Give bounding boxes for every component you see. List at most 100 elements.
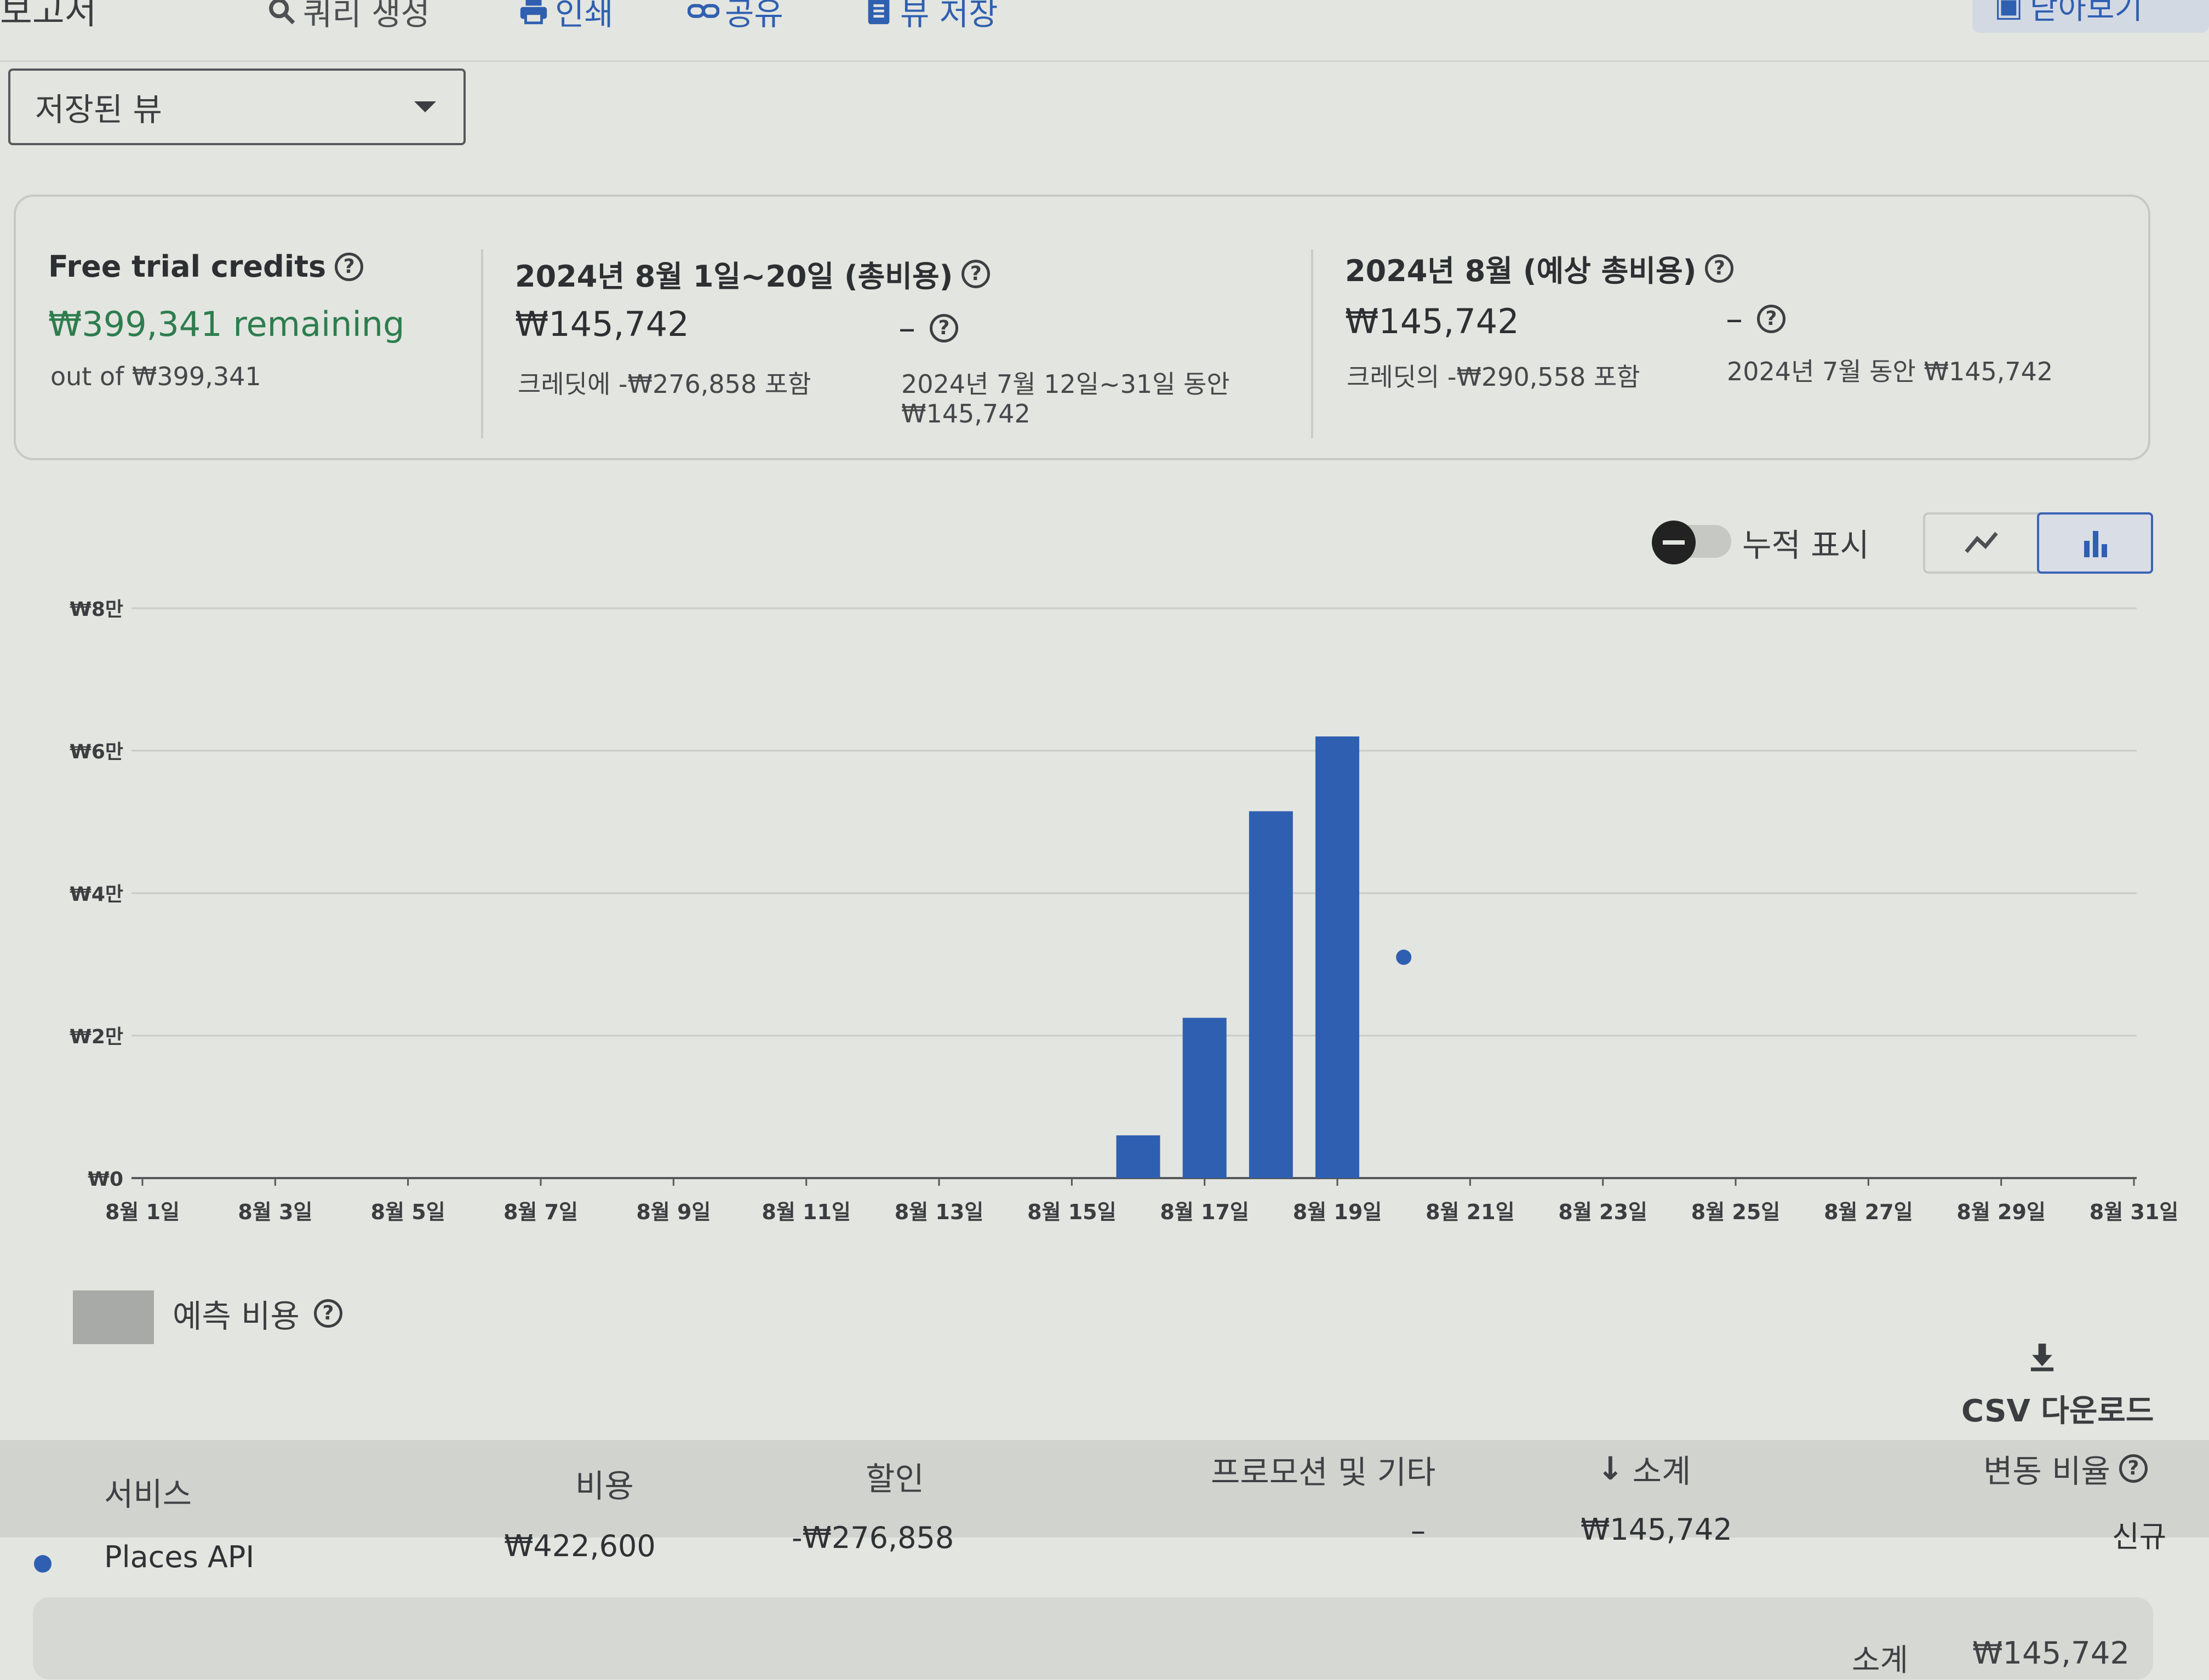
period-cost-title: 2024년 8월 1일~20일 (총비용) ? — [515, 252, 991, 295]
series-color-dot — [34, 1555, 51, 1573]
summary-divider — [481, 249, 483, 438]
x-tick-label: 8월 11일 — [762, 1200, 850, 1224]
forecast-comparison-value: – — [1726, 299, 1743, 339]
x-tick-label: 8월 21일 — [1426, 1200, 1514, 1224]
page-title: 보고서 — [0, 0, 97, 32]
cell-promotion: – — [1411, 1513, 1426, 1548]
x-tick-label: 8월 17일 — [1160, 1200, 1249, 1224]
column-header-change-label: 변동 비율 — [1983, 1453, 2110, 1490]
chevron-down-icon — [414, 101, 436, 112]
y-tick-label: ₩8만 — [70, 598, 123, 621]
cell-service: Places API — [104, 1540, 255, 1574]
forecast-credit-note: 크레딧의 -₩290,558 포함 — [1347, 362, 1640, 392]
period-comparison-text: 2024년 7월 12일~31일 동안 — [901, 369, 1230, 399]
forecast-title-text: 2024년 8월 (예상 총비용) — [1345, 254, 1697, 288]
bar-chart-icon — [2084, 531, 2107, 557]
column-header-service[interactable]: 서비스 — [104, 1468, 192, 1515]
table-header — [0, 1440, 2209, 1538]
y-tick-label: ₩6만 — [70, 741, 123, 763]
summary-divider — [1311, 249, 1313, 438]
printer-icon — [520, 0, 547, 25]
query-icon — [269, 0, 295, 25]
link-icon — [688, 4, 719, 18]
save-view-button[interactable]: 뷰 저장 — [863, 0, 998, 34]
credits-title-text: Free trial credits — [48, 249, 327, 284]
period-credit-note: 크레딧에 -₩276,858 포함 — [518, 369, 811, 399]
column-header-promotion[interactable]: 프로모션 및 기타 — [1211, 1447, 1435, 1493]
cell-discount: -₩276,858 — [792, 1521, 954, 1555]
bar-16 — [1116, 1135, 1160, 1178]
forecast-title: 2024년 8월 (예상 총비용) ? — [1345, 247, 1734, 290]
x-tick-label: 8월 31일 — [2090, 1200, 2178, 1224]
open-view-label: 닫아보기 — [2029, 0, 2143, 26]
toggle-knob[interactable] — [1652, 521, 1696, 564]
period-comparison: – ? — [899, 308, 958, 348]
share-label: 공유 — [725, 0, 783, 32]
help-icon[interactable]: ? — [1757, 304, 1785, 333]
help-icon[interactable]: ? — [1705, 254, 1734, 283]
footer-subtotal-label: 소계 — [1852, 1643, 1909, 1678]
credits-remaining: ₩399,341 remaining — [48, 304, 405, 344]
x-tick-label: 8월 1일 — [105, 1200, 180, 1224]
x-tick-label: 8월 25일 — [1691, 1200, 1780, 1224]
bar-chart-button[interactable] — [2037, 512, 2153, 574]
document-icon — [868, 0, 890, 25]
cell-change: 신규 — [2112, 1519, 2167, 1554]
forecast-comparison: – ? — [1726, 299, 1785, 339]
print-label: 인쇄 — [555, 0, 614, 32]
column-header-subtotal[interactable]: ↓ 소계 — [1597, 1445, 1691, 1492]
forecast-point — [1396, 950, 1412, 965]
x-tick-label: 8월 7일 — [503, 1200, 578, 1224]
period-comparison-value: – — [899, 308, 915, 348]
save-view-label: 뷰 저장 — [900, 0, 998, 32]
download-icon[interactable] — [2027, 1340, 2057, 1373]
bar-18 — [1249, 811, 1293, 1178]
forecast-legend-label: 예측 비용 — [173, 1298, 300, 1335]
x-tick-label: 8월 27일 — [1824, 1200, 1913, 1224]
bar-17 — [1182, 1018, 1227, 1178]
create-query-label: 쿼리 생성 — [303, 0, 430, 32]
help-icon[interactable]: ? — [335, 252, 364, 281]
help-icon[interactable]: ? — [962, 259, 991, 288]
help-icon[interactable]: ? — [2119, 1454, 2148, 1483]
cell-cost: ₩422,600 — [504, 1529, 656, 1563]
column-header-cost[interactable]: 비용 — [575, 1460, 634, 1506]
forecast-comparison-text: 2024년 7월 동안 ₩145,742 — [1727, 357, 2053, 386]
credits-title: Free trial credits ? — [48, 249, 364, 284]
open-view-button[interactable]: ▣ 닫아보기 — [1972, 0, 2209, 33]
create-query-button[interactable]: 쿼리 생성 — [266, 0, 430, 34]
x-tick-label: 8월 15일 — [1027, 1200, 1116, 1224]
x-tick-label: 8월 19일 — [1293, 1200, 1382, 1224]
column-header-change[interactable]: 변동 비율 ? — [1983, 1445, 2148, 1492]
cost-bar-chart: ₩0 ₩2만 ₩4만 ₩6만 ₩8만 8월 1일 8월 3일 8월 5일 8월 7일 8월 9일 8… — [70, 598, 2178, 1224]
y-tick-label: ₩2만 — [70, 1026, 123, 1048]
x-tick-label: 8월 13일 — [895, 1200, 983, 1224]
saved-view-label: 저장된 뷰 — [35, 91, 162, 128]
help-icon[interactable]: ? — [313, 1299, 342, 1328]
line-chart-button[interactable] — [1925, 515, 2037, 572]
y-tick-label: ₩0 — [88, 1168, 123, 1191]
x-tick-label: 8월 23일 — [1558, 1200, 1647, 1224]
forecast-amount: ₩145,742 — [1345, 301, 1519, 341]
saved-view-dropdown[interactable]: 저장된 뷰 — [8, 68, 466, 145]
print-button[interactable]: 인쇄 — [518, 0, 614, 34]
column-header-discount[interactable]: 할인 — [866, 1453, 924, 1499]
bar-19 — [1315, 736, 1359, 1178]
help-icon[interactable]: ? — [930, 313, 958, 342]
footer-subtotal-value: ₩145,742 — [1972, 1636, 2130, 1671]
column-header-subtotal-label: 소계 — [1632, 1453, 1691, 1490]
x-tick-label: 8월 9일 — [636, 1200, 711, 1224]
credits-total: out of ₩399,341 — [50, 362, 261, 391]
x-tick-label: 8월 29일 — [1956, 1200, 2045, 1224]
cumulative-label: 누적 표시 — [1742, 527, 1869, 564]
line-chart-icon — [1965, 532, 1998, 553]
folder-icon: ▣ — [1994, 0, 2023, 24]
x-tick-label: 8월 5일 — [371, 1200, 445, 1224]
share-button[interactable]: 공유 — [688, 0, 783, 34]
cell-subtotal: ₩145,742 — [1581, 1512, 1732, 1547]
y-tick-label: ₩4만 — [70, 883, 123, 906]
x-tick-label: 8월 3일 — [238, 1200, 312, 1224]
forecast-legend-swatch — [73, 1290, 154, 1344]
sort-arrow-down-icon: ↓ — [1597, 1450, 1624, 1487]
csv-download-button[interactable]: CSV 다운로드 — [1961, 1386, 2154, 1431]
